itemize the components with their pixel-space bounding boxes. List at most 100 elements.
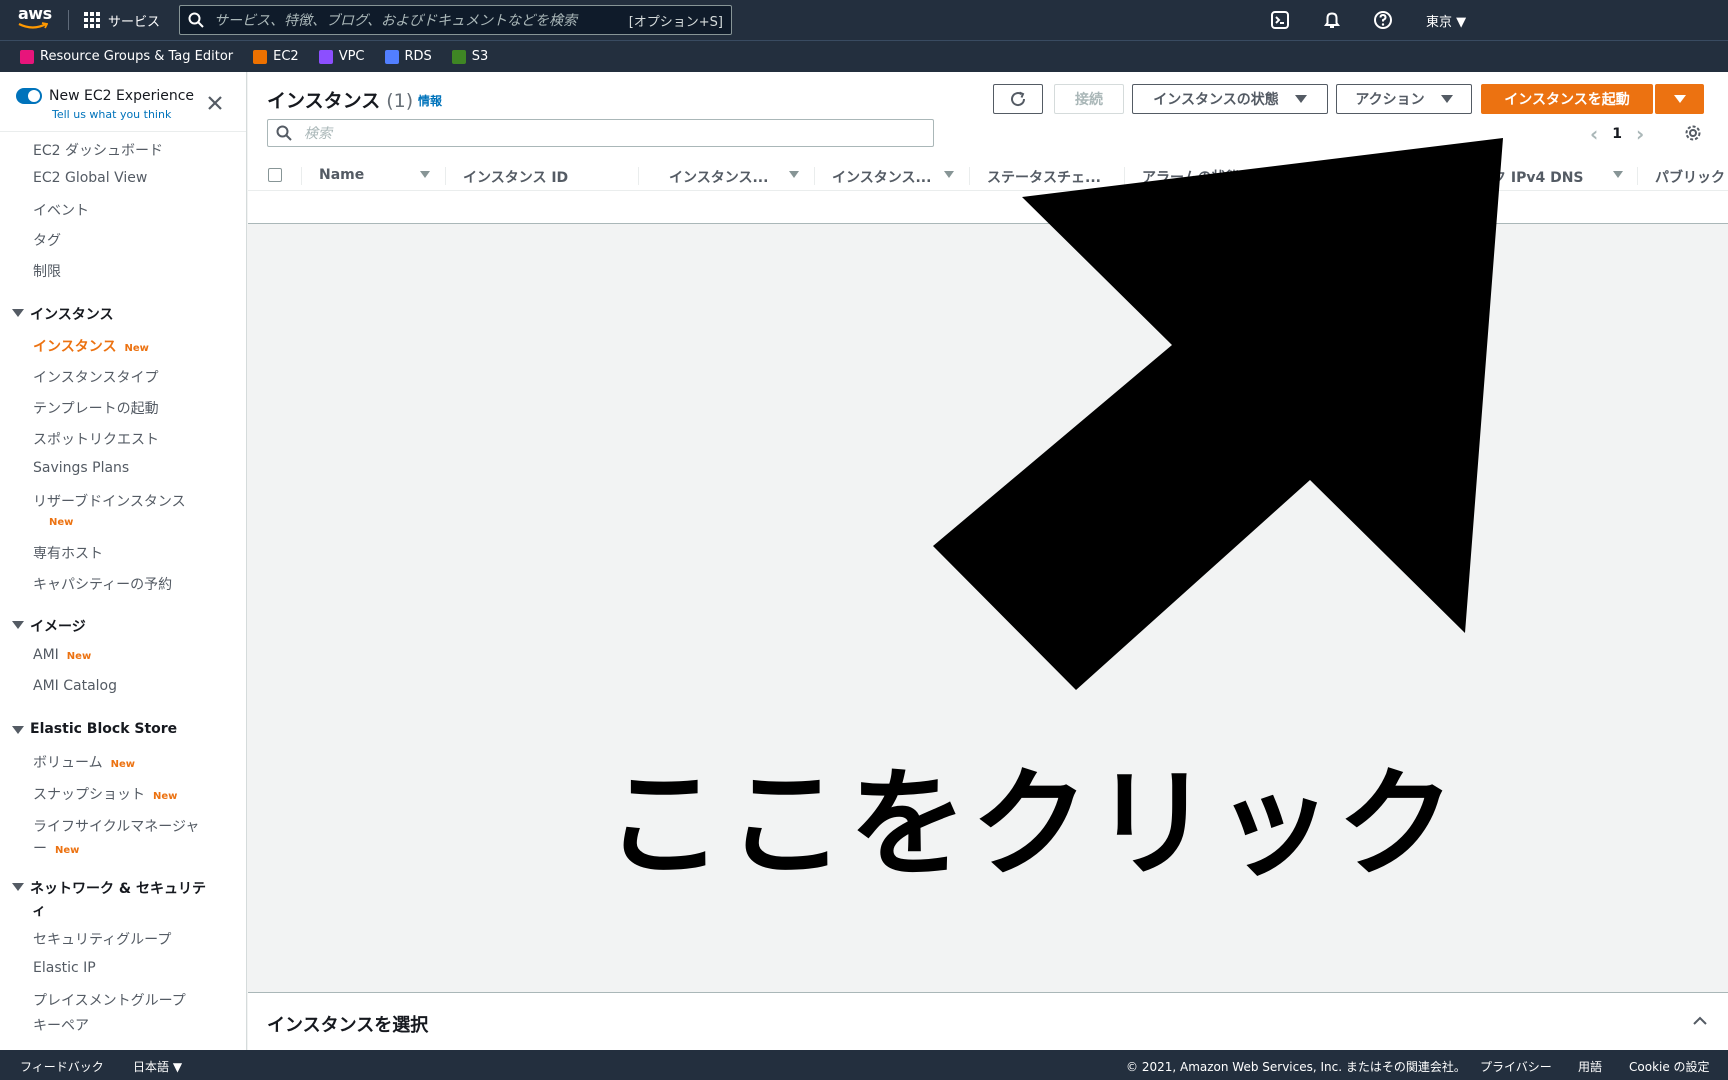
sidebar-item-capacity-reservations[interactable]: キャパシティーの予約	[33, 574, 172, 594]
new-badge: New	[153, 791, 178, 802]
connect-button[interactable]: 接続	[1054, 84, 1124, 114]
terms-link[interactable]: 用語	[1578, 1058, 1602, 1075]
sidebar-item-placement-groups[interactable]: プレイスメントグループ	[33, 990, 186, 1010]
refresh-button[interactable]	[993, 84, 1043, 114]
aws-logo[interactable]: aws	[18, 6, 52, 34]
top-navigation: aws サービス サービス、特徴、ブログ、およびドキュメントなどを検索 [オプシ…	[0, 0, 1728, 40]
sidebar-item-snapshots[interactable]: スナップショット New	[33, 784, 177, 804]
sidebar-item-key-pairs[interactable]: キーペア	[33, 1015, 89, 1035]
column-header-instance-state[interactable]: インスタンス...	[669, 167, 768, 187]
caret-down-icon	[12, 883, 24, 891]
split-panel-label: インスタンスを選択	[267, 1015, 429, 1036]
sidebar-item-reserved-instances[interactable]: リザーブドインスタンス	[33, 491, 186, 511]
cloudshell-icon[interactable]	[1270, 10, 1290, 30]
new-badge: New	[110, 759, 135, 770]
page-number[interactable]: 1	[1612, 126, 1622, 142]
privacy-link[interactable]: プライバシー	[1480, 1058, 1552, 1075]
sidebar-item-lifecycle-manager-cont[interactable]: ー New	[33, 838, 79, 858]
resource-groups-icon	[20, 49, 34, 64]
sidebar-item-security-groups[interactable]: セキュリティグループ	[33, 929, 171, 949]
feedback-link[interactable]: フィードバック	[20, 1058, 104, 1075]
instance-count: (1)	[386, 90, 414, 112]
new-badge: New	[55, 845, 80, 856]
footer: フィードバック 日本語 ▼ © 2021, Amazon Web Service…	[0, 1050, 1728, 1080]
sidebar-item-ami-catalog[interactable]: AMI Catalog	[33, 678, 117, 694]
click-here-annotation: ここをクリック	[605, 755, 1460, 893]
sort-icon[interactable]	[420, 171, 430, 178]
sidebar-section-images[interactable]: イメージ	[12, 616, 86, 636]
help-icon[interactable]	[1373, 10, 1393, 30]
search-icon	[188, 12, 204, 28]
sidebar-item-dedicated-hosts[interactable]: 専有ホスト	[33, 543, 103, 563]
column-header-instance-id[interactable]: インスタンス ID	[463, 167, 568, 187]
favorite-ec2[interactable]: EC2	[253, 49, 299, 64]
column-header-name[interactable]: Name	[319, 167, 364, 183]
global-search-placeholder: サービス、特徴、ブログ、およびドキュメントなどを検索	[214, 13, 578, 29]
sidebar-section-network-security-cont[interactable]: ィ	[32, 900, 46, 920]
favorite-resource-groups[interactable]: Resource Groups & Tag Editor	[20, 49, 233, 64]
sidebar-item-lifecycle-manager[interactable]: ライフサイクルマネージャ	[33, 816, 199, 836]
column-header-public-ipv4[interactable]: パブリック	[1655, 167, 1725, 187]
cookie-settings-link[interactable]: Cookie の設定	[1629, 1058, 1710, 1075]
launch-instances-button[interactable]: インスタンスを起動	[1481, 84, 1653, 114]
favorite-vpc[interactable]: VPC	[318, 49, 365, 64]
chevron-left-icon[interactable]: ‹	[1590, 122, 1598, 146]
services-menu-button[interactable]: サービス	[84, 8, 160, 32]
column-header-public-ipv4-dns[interactable]: ック IPv4 DNS	[1478, 167, 1584, 187]
sidebar-item-spot-requests[interactable]: スポットリクエスト	[33, 429, 159, 449]
instances-search-input[interactable]: 検索	[267, 119, 934, 147]
instance-state-button[interactable]: インスタンスの状態	[1132, 84, 1328, 114]
sort-icon[interactable]	[789, 171, 799, 178]
search-placeholder: 検索	[304, 126, 332, 142]
select-all-checkbox[interactable]	[268, 168, 282, 182]
sidebar-item-savings-plans[interactable]: Savings Plans	[33, 460, 129, 476]
favorite-label: EC2	[273, 49, 299, 64]
sidebar-section-instances[interactable]: インスタンス	[12, 304, 113, 324]
sidebar-item-elastic-ip[interactable]: Elastic IP	[33, 960, 96, 976]
gear-icon[interactable]	[1684, 124, 1702, 142]
feedback-link[interactable]: Tell us what you think	[52, 108, 171, 121]
launch-instances-label: インスタンスを起動	[1504, 92, 1630, 108]
sidebar-item-global-view[interactable]: EC2 Global View	[33, 170, 147, 186]
language-selector[interactable]: 日本語 ▼	[133, 1058, 182, 1075]
bell-icon[interactable]	[1322, 10, 1342, 30]
chevron-up-icon[interactable]	[1692, 1013, 1708, 1029]
close-icon[interactable]	[206, 94, 224, 112]
sidebar-item-limits[interactable]: 制限	[33, 261, 61, 281]
sidebar-item-instance-types[interactable]: インスタンスタイプ	[33, 367, 158, 387]
sidebar-item-instances[interactable]: インスタンス New	[33, 336, 149, 356]
sidebar-item-label: ー	[33, 841, 47, 857]
caret-down-icon	[1440, 95, 1453, 103]
chevron-right-icon[interactable]: ›	[1636, 122, 1644, 146]
sidebar-item-tags[interactable]: タグ	[33, 230, 61, 250]
sidebar-item-dashboard[interactable]: EC2 ダッシュボード	[33, 140, 163, 160]
actions-button[interactable]: アクション	[1336, 84, 1472, 114]
main-content: インスタンス (1) 情報 接続 インスタンスの状態 アクション インスタンスを起…	[248, 72, 1728, 1050]
global-search-input[interactable]: サービス、特徴、ブログ、およびドキュメントなどを検索 [オプション+S]	[179, 5, 732, 35]
favorite-s3[interactable]: S3	[451, 49, 488, 64]
info-link[interactable]: 情報	[418, 92, 442, 109]
sidebar-item-ami[interactable]: AMI New	[33, 647, 91, 663]
sidebar-item-events[interactable]: イベント	[33, 200, 89, 220]
page-title-text: インスタンス	[267, 90, 381, 112]
sort-icon[interactable]	[944, 171, 954, 178]
column-header-alarm-status[interactable]: アラームの状態	[1142, 167, 1240, 187]
column-header-status-check[interactable]: ステータスチェ...	[987, 167, 1101, 187]
sidebar-section-network-security[interactable]: ネットワーク & セキュリテ	[12, 878, 206, 898]
column-header-instance-type[interactable]: インスタンス...	[832, 167, 931, 187]
sidebar-item-launch-templates[interactable]: テンプレートの起動	[33, 398, 159, 418]
sidebar-section-ebs[interactable]: Elastic Block Store	[12, 721, 177, 737]
new-badge: New	[124, 343, 149, 354]
sidebar-item-volumes[interactable]: ボリューム New	[33, 752, 135, 772]
sort-icon[interactable]	[1613, 171, 1623, 178]
region-selector[interactable]: 東京 ▼	[1426, 11, 1466, 30]
grid-icon	[84, 12, 100, 28]
new-experience-toggle[interactable]	[16, 88, 42, 104]
favorite-rds[interactable]: RDS	[384, 49, 432, 64]
launch-instances-dropdown[interactable]	[1655, 84, 1704, 114]
section-label: イメージ	[30, 619, 86, 635]
new-experience-header: New EC2 Experience Tell us what you thin…	[0, 72, 246, 132]
sidebar-navigation: New EC2 Experience Tell us what you thin…	[0, 72, 247, 1050]
instance-state-label: インスタンスの状態	[1153, 92, 1279, 108]
nav-divider	[68, 10, 69, 30]
